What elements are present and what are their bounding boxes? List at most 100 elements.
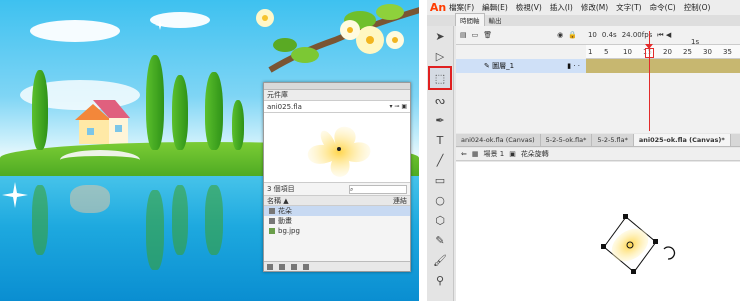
menu-edit[interactable]: 編輯(E) [482,2,508,13]
stage-canvas[interactable] [456,162,740,301]
library-footer [264,261,410,271]
ruler-tick: 5 [604,48,609,56]
library-title: 元件庫 [267,91,288,99]
menu-text[interactable]: 文字(T) [616,2,641,13]
ruler-tick: 20 [663,48,672,56]
menu-control[interactable]: 控制(O) [684,2,711,13]
time-readout[interactable]: 0.4s [602,31,617,39]
delete-layer-icon[interactable]: 🗑 [483,31,492,39]
play-controls[interactable]: ⏮ ◀ [657,31,671,40]
breadcrumb-symbol[interactable]: 花朵旋轉 [521,149,549,159]
layer-frames[interactable] [586,59,740,73]
oval-icon[interactable]: ○ [427,190,453,210]
flower-branch [256,4,419,73]
panel-grip[interactable] [264,83,410,90]
show-all-icon[interactable]: ◉ [557,31,563,39]
tree [32,70,48,150]
menu-file[interactable]: 檔案(F) [449,2,474,13]
tree [146,55,164,150]
line-icon[interactable]: ╱ [427,150,453,170]
polystar-icon[interactable]: ⬡ [427,210,453,230]
pencil-icon[interactable]: ✎ [427,230,453,250]
search-icon: ⌕ [350,185,354,193]
ruler-tick: 1 [588,48,593,56]
rectangle-icon[interactable]: ▭ [427,170,453,190]
road [60,150,140,170]
brush-icon[interactable]: 🖌 [427,250,453,270]
pen-icon[interactable]: ✒ [427,110,453,130]
tab-output[interactable]: 輸出 [485,14,506,26]
layer-toggles[interactable]: ▮ · · [567,62,580,70]
flower-symbol-transform[interactable] [596,207,676,282]
document-tabs: ani024-ok.fla (Canvas) 5-2-5-ok.fla* 5-2… [456,134,740,147]
layer-name: 圖層_1 [492,62,515,70]
animation-scene: 元件庫 ani025.fla ▾ ⊸ ▣ 3 個項目 ⌕ 名稱 ▲ 連結 花朵 … [0,0,419,301]
tree-reflection [172,185,188,255]
ruler-tick: 30 [703,48,712,56]
tree-reflection [32,185,48,255]
column-name[interactable]: 名稱 ▲ [267,196,289,206]
fps-value: 24.00 [621,31,642,39]
library-tab[interactable]: 元件庫 [264,90,410,101]
playhead[interactable] [649,45,650,131]
menu-commands[interactable]: 命令(C) [650,2,676,13]
lock-all-icon[interactable]: 🔒 [568,31,577,39]
lasso-icon[interactable]: ᔓ [427,90,453,110]
tree [172,75,188,150]
layer-row[interactable]: ✎ 圖層_1 ▮ · · [456,59,740,73]
menu-modify[interactable]: 修改(M) [581,2,608,13]
library-file-select[interactable]: ani025.fla ▾ ⊸ ▣ [264,101,410,113]
fps-label: fps [641,31,653,39]
layer-name-cell[interactable]: ✎ 圖層_1 ▮ · · [456,59,586,73]
ruler-second-mark: 1s [691,38,700,46]
menu-view[interactable]: 檢視(V) [516,2,542,13]
time-value: 0.4 [601,31,614,39]
document-tab[interactable]: 5-2-5-ok.fla* [541,134,593,146]
pin-icon[interactable]: ▾ ⊸ ▣ [389,103,407,110]
panel-tabs: 時間軸 輸出 [427,13,740,26]
library-item[interactable]: 花朵 [264,206,410,216]
properties-icon[interactable] [291,263,297,270]
column-link[interactable]: 連結 [393,196,407,206]
library-search-input[interactable]: ⌕ [349,184,407,194]
house-reflection [70,185,110,213]
fps-readout[interactable]: 24.00fps [622,31,653,39]
movieclip-icon [269,208,275,214]
library-item[interactable]: 動畫 [264,216,410,226]
breadcrumb-scene[interactable]: 場景 1 [484,149,505,159]
tree-reflection [205,185,223,255]
library-item[interactable]: bg.jpg [264,226,410,236]
new-folder-icon[interactable] [279,263,285,270]
tree-reflection [146,190,164,270]
ruler-tick: 25 [683,48,692,56]
back-arrow-icon[interactable]: ⇐ [461,150,467,158]
scene-icon: ▦ [471,150,479,158]
new-layer-icon[interactable]: ▤ [460,31,467,39]
animate-app: An 檔案(F) 編輯(E) 檢視(V) 插入(I) 修改(M) 文字(T) 命… [423,0,740,301]
rotate-cursor-icon [663,246,676,260]
tab-timeline[interactable]: 時間軸 [455,13,485,26]
star-icon [155,20,165,30]
timeline-panel: ▤ ▭ 🗑 ◉ 🔒 10 0.4s 24.00fps ⏮ ◀ 1 5 10 15… [456,26,740,133]
tree [205,72,223,150]
library-preview [264,113,410,183]
bone-icon[interactable]: ⚲ [427,270,453,290]
tools-panel: ➤ ▷ ⬚ ᔓ ✒ T ╱ ▭ ○ ⬡ ✎ 🖌 ⚲ [427,26,454,301]
timeline-ruler[interactable]: 1 5 10 15 20 25 30 35 1s [586,38,740,59]
selection-tool-icon[interactable]: ➤ [427,26,453,46]
new-folder-icon[interactable]: ▭ [472,31,479,39]
symbol-icon: ▣ [509,150,516,158]
menu-insert[interactable]: 插入(I) [550,2,573,13]
house [75,100,130,144]
new-symbol-icon[interactable] [267,263,273,270]
free-transform-tool-icon[interactable]: ⬚ [428,66,452,90]
subselection-tool-icon[interactable]: ▷ [427,46,453,66]
document-tab-active[interactable]: ani025-ok.fla (Canvas)* [633,134,731,146]
library-count: 3 個項目 [267,185,295,193]
document-tab[interactable]: ani024-ok.fla (Canvas) [456,134,541,146]
text-icon[interactable]: T [427,130,453,150]
document-tab[interactable]: 5-2-5.fla* [592,134,634,146]
frame-readout[interactable]: 10 [588,31,597,39]
library-item-label: 花朵 [278,207,292,215]
delete-icon[interactable] [303,263,309,270]
